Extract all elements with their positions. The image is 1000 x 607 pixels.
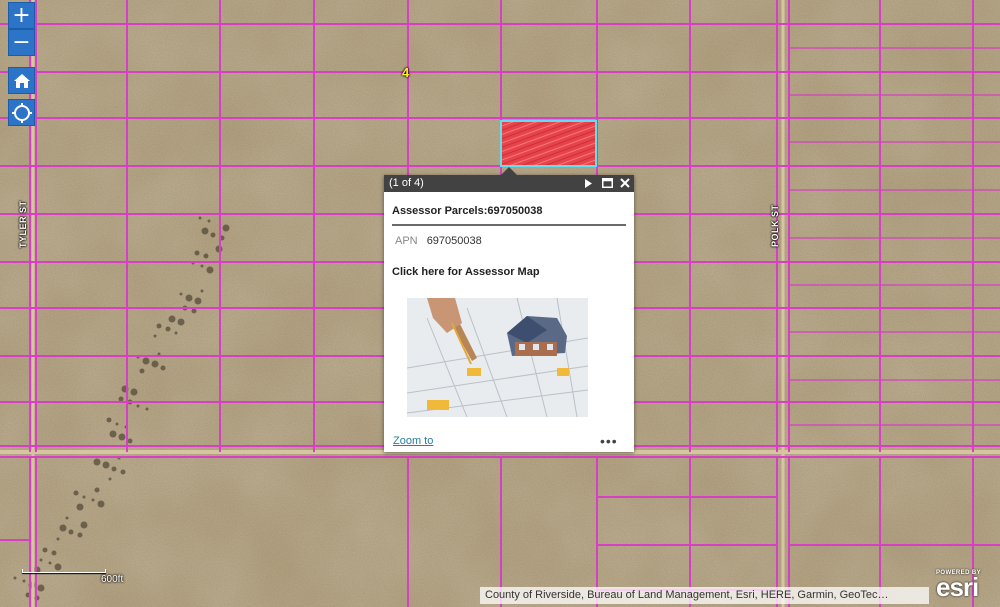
vegetation-dot — [156, 323, 162, 329]
vegetation-dot — [177, 318, 185, 326]
close-icon — [620, 178, 630, 188]
vegetation-dot — [111, 466, 117, 472]
street-label-polk: POLK ST — [770, 204, 780, 247]
vegetation-dot — [80, 521, 88, 529]
maximize-button[interactable] — [600, 176, 614, 190]
vegetation-dot — [82, 495, 86, 499]
vegetation-dot — [203, 253, 209, 259]
popup-feature-count: (1 of 4) — [389, 177, 424, 189]
close-button[interactable] — [618, 176, 632, 190]
vegetation-dot — [93, 458, 101, 466]
popup-title: Assessor Parcels:697050038 — [392, 205, 626, 226]
vegetation-dot — [94, 487, 100, 493]
vegetation-dot — [179, 292, 183, 296]
vegetation-dot — [165, 326, 171, 332]
vegetation-dot — [77, 532, 83, 538]
vegetation-dot — [201, 227, 209, 235]
vegetation-dot — [56, 537, 60, 541]
vegetation-dot — [160, 365, 166, 371]
vegetation-dot — [108, 477, 112, 481]
home-button[interactable] — [8, 67, 35, 94]
esri-logo: POWERED BY esri — [936, 570, 981, 602]
scale-bar-line — [22, 569, 106, 573]
vegetation-dot — [42, 547, 48, 553]
assessor-map-image[interactable] — [407, 298, 588, 417]
vegetation-dot — [13, 576, 17, 580]
play-icon — [585, 178, 592, 188]
vegetation-dot — [222, 224, 230, 232]
scale-bar: 600ft — [22, 569, 123, 585]
vegetation-dot — [142, 357, 150, 365]
vegetation-dot — [200, 289, 204, 293]
vegetation-dot — [39, 558, 43, 562]
locate-button[interactable] — [8, 99, 35, 126]
zoom-to-link[interactable]: Zoom to — [393, 435, 433, 447]
home-icon — [13, 73, 30, 88]
vegetation-dot — [207, 219, 211, 223]
street-label-tyler: TYLER ST — [18, 200, 28, 248]
popup-pointer — [501, 167, 517, 175]
vegetation-dot — [73, 490, 79, 496]
more-actions-button[interactable]: ••• — [600, 433, 618, 449]
vegetation-dot — [130, 388, 138, 396]
vegetation-dot — [51, 550, 57, 556]
vegetation-dot — [210, 232, 216, 238]
vegetation-dot — [59, 524, 67, 532]
popup-title-bar: (1 of 4) — [384, 175, 634, 192]
vegetation-dot — [198, 216, 202, 220]
vegetation-dot — [76, 503, 84, 511]
maximize-icon — [601, 178, 613, 188]
vegetation-dot — [118, 396, 124, 402]
vegetation-dot — [109, 430, 117, 438]
vegetation-dot — [139, 368, 145, 374]
attribution-bar[interactable]: County of Riverside, Bureau of Land Mana… — [480, 587, 929, 604]
vegetation-dot — [194, 250, 200, 256]
vegetation-dot — [48, 561, 52, 565]
assessor-map-link[interactable]: Click here for Assessor Map — [392, 266, 626, 278]
vegetation-dot — [22, 579, 26, 583]
vegetation-dot — [191, 308, 197, 314]
next-feature-button[interactable] — [581, 176, 595, 190]
scale-bar-label: 600ft — [101, 574, 124, 585]
vegetation-dot — [97, 500, 105, 508]
vegetation-dot — [194, 297, 202, 305]
vegetation-dot — [206, 266, 214, 274]
vegetation-dot — [65, 516, 69, 520]
locate-icon — [11, 102, 32, 123]
attribute-key: APN — [395, 235, 418, 247]
vegetation-dot — [168, 315, 176, 323]
vegetation-dot — [127, 438, 133, 444]
zoom-in-button[interactable]: + — [8, 2, 35, 29]
vegetation-dot — [145, 407, 149, 411]
vegetation-dot — [151, 360, 159, 368]
vegetation-dot — [115, 422, 119, 426]
vegetation-dot — [120, 469, 126, 475]
vegetation-dot — [106, 417, 112, 423]
house-on-plans-illustration — [407, 298, 588, 417]
selected-parcel — [500, 120, 597, 167]
vegetation-dot — [37, 584, 45, 592]
zoom-out-button[interactable]: − — [8, 29, 35, 56]
esri-wordmark: esri — [936, 572, 979, 602]
vegetation-dot — [136, 404, 140, 408]
section-number-label: 4 — [402, 65, 410, 80]
vegetation-dot — [185, 294, 193, 302]
popup-attribute-row: APN 697050038 — [392, 235, 626, 247]
vegetation-dot — [118, 433, 126, 441]
vegetation-dot — [91, 498, 95, 502]
map-view[interactable]: 4 TYLER ST POLK ST + − (1 of 4) Assessor… — [0, 0, 1000, 607]
parcel-popup: (1 of 4) Assessor Parcels:697050038 APN … — [384, 167, 634, 452]
vegetation-dot — [102, 461, 110, 469]
vegetation-dot — [153, 334, 157, 338]
vegetation-dot — [200, 264, 204, 268]
vegetation-dot — [174, 331, 178, 335]
vegetation-dot — [68, 529, 74, 535]
attribute-value: 697050038 — [426, 235, 482, 247]
